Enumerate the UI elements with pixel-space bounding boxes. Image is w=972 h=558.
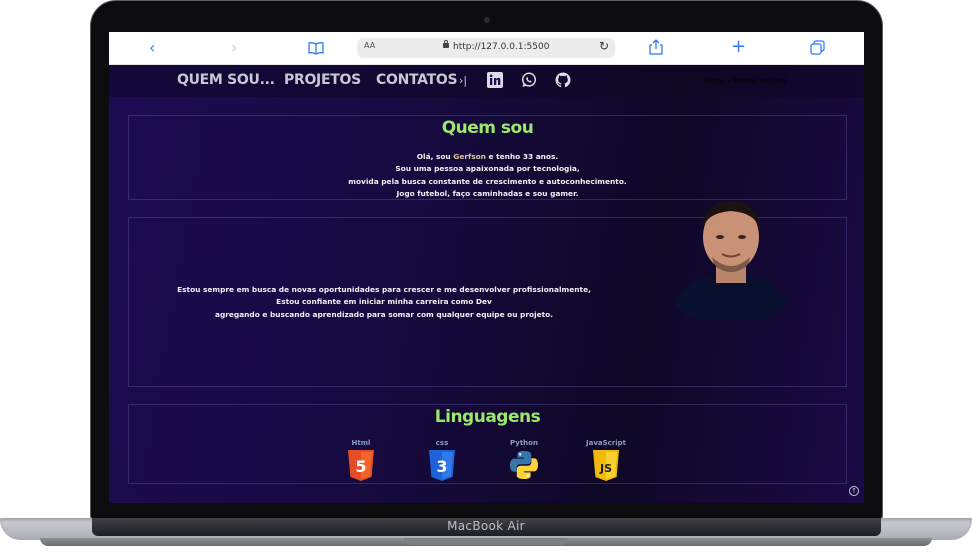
html5-badge: 5	[355, 457, 366, 476]
forward-icon[interactable]: ›	[231, 38, 237, 58]
reload-icon[interactable]: ↻	[599, 39, 609, 53]
css3-badge: 3	[436, 457, 447, 476]
about-text: Olá, sou Gerfson e tenho 33 anos. Sou um…	[129, 151, 846, 201]
screen: ‹ › AA http://127.0.0.1:5500 ↻ + QUEM SO…	[109, 32, 864, 503]
lang-javascript: JavaScript JS	[586, 439, 626, 485]
portfolio-page: QUEM SOU... PROJETOS CONTATOS ›| Menu – …	[109, 65, 864, 503]
browser-toolbar: ‹ › AA http://127.0.0.1:5500 ↻ +	[109, 32, 864, 65]
about-line-1: Olá, sou Gerfson e tenho 33 anos.	[129, 151, 846, 163]
book-icon[interactable]	[308, 40, 324, 60]
lang-js-label: JavaScript	[586, 439, 627, 447]
languages-title: Linguagens	[434, 407, 541, 427]
plus-icon[interactable]: +	[731, 37, 746, 57]
lock-icon	[443, 40, 449, 48]
address-bar[interactable]: AA http://127.0.0.1:5500 ↻	[357, 38, 615, 58]
about-line-1-pre: Olá, sou	[416, 152, 454, 161]
lang-css: css 3	[422, 439, 462, 485]
lang-python: Python	[504, 439, 544, 484]
laptop-notch	[404, 538, 568, 545]
python-icon	[510, 451, 538, 479]
about-line-2: Sou uma pessoa apaixonada por tecnologia…	[395, 164, 580, 174]
html5-icon: 5	[348, 450, 374, 481]
js-badge: JS	[599, 462, 612, 475]
career-line-2: Estou confiante em iniciar minha carreir…	[276, 297, 492, 307]
url-text[interactable]: http://127.0.0.1:5500	[453, 42, 549, 52]
social-menu-label: Menu – Redes sociais	[703, 77, 787, 85]
text-size-button[interactable]: AA	[364, 41, 375, 50]
nav-link-projetos[interactable]: PROJETOS	[284, 72, 361, 88]
about-title: Quem sou	[441, 118, 534, 138]
career-line-1: Estou sempre em busca de novas oportunid…	[177, 285, 591, 294]
whatsapp-icon[interactable]	[521, 72, 537, 88]
lang-html: Html 5	[341, 439, 381, 485]
profile-photo	[670, 201, 792, 319]
lang-html-label: Html	[351, 439, 371, 447]
js-icon: JS	[593, 450, 619, 481]
linkedin-icon[interactable]	[487, 72, 503, 88]
github-icon[interactable]	[555, 72, 571, 88]
about-line-1-post: e tenho 33 anos.	[485, 152, 559, 161]
career-text: Estou sempre em busca de novas oportunid…	[129, 284, 639, 321]
webcam	[484, 17, 490, 23]
device-label: MacBook Air	[447, 519, 525, 533]
lang-python-label: Python	[510, 439, 538, 447]
top-nav: QUEM SOU... PROJETOS CONTATOS ›| Menu – …	[109, 65, 864, 97]
back-icon[interactable]: ‹	[149, 38, 155, 58]
nav-link-quem-sou[interactable]: QUEM SOU...	[177, 72, 275, 88]
about-section: Quem sou Olá, sou Gerfson e tenho 33 ano…	[128, 115, 847, 200]
nav-link-contatos[interactable]: CONTATOS	[376, 72, 458, 88]
share-icon[interactable]	[649, 39, 663, 60]
css3-icon: 3	[429, 450, 455, 481]
tabs-icon[interactable]	[810, 40, 825, 60]
lang-css-label: css	[435, 439, 449, 447]
nav-collapse-arrow[interactable]: ›|	[459, 74, 467, 87]
about-name: Gerfson	[453, 152, 486, 161]
scroll-top-button[interactable]: ↑	[849, 486, 859, 496]
languages-section: Linguagens	[128, 404, 847, 484]
career-line-3: agregando e buscando aprendizado para so…	[214, 309, 554, 319]
about-line-3: movida pela busca constante de crescimen…	[348, 176, 627, 186]
